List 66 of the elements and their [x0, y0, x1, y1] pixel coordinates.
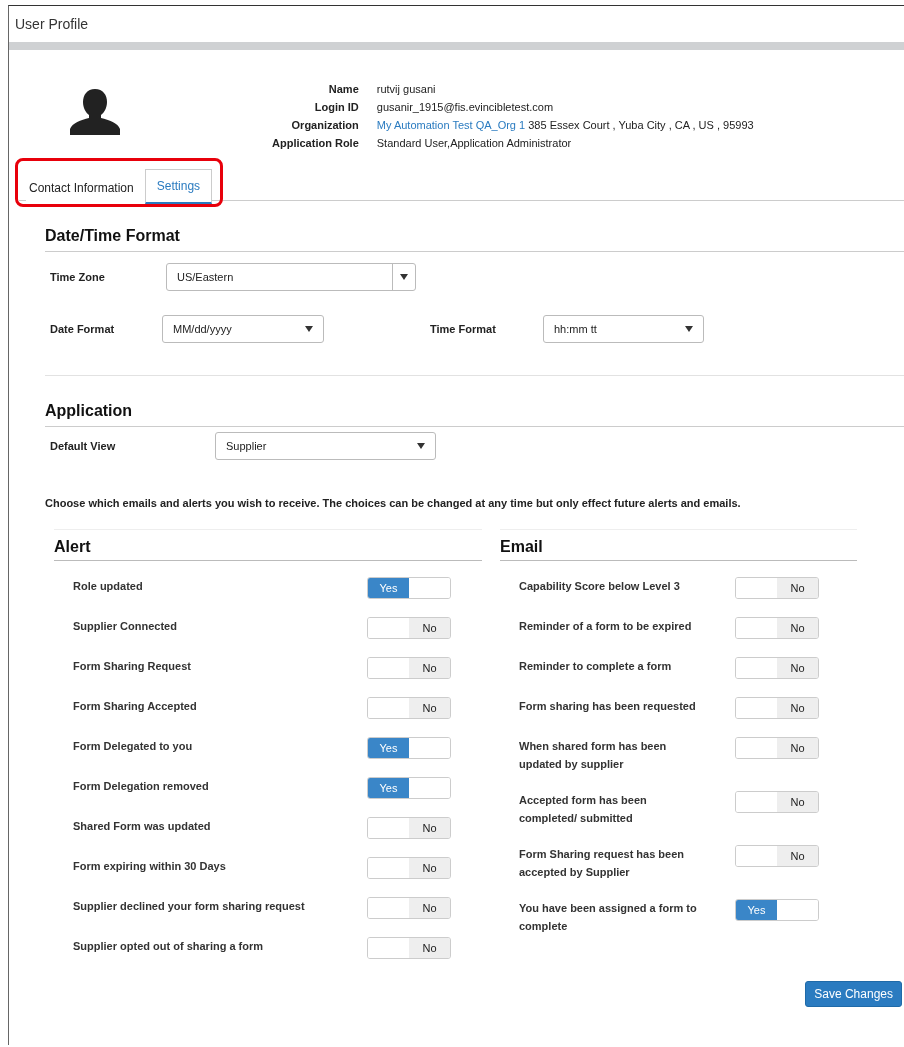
setting-label: Capability Score below Level 3 — [518, 579, 681, 594]
field-value: 385 Essex Court , Yuba City , CA , US , 95993 — [528, 119, 754, 131]
toggle-switch[interactable]: No — [735, 617, 819, 639]
setting-label: Supplier opted out of sharing a form — [72, 939, 265, 954]
toggle-switch[interactable]: Yes — [367, 577, 451, 599]
caret-icon — [305, 326, 313, 332]
toggle-switch[interactable]: Yes — [367, 777, 451, 799]
setting-label: Form Delegated to you — [72, 739, 194, 754]
tab[interactable]: Settings — [144, 169, 213, 204]
field-label: Application Role — [272, 136, 359, 151]
field-label: Default View — [49, 440, 117, 452]
setting-label: Reminder to complete a form — [518, 659, 673, 674]
toggle-switch[interactable]: No — [367, 617, 451, 639]
field-label: Organization — [290, 118, 359, 133]
dropdown[interactable]: Supplier — [215, 432, 436, 460]
field-label: Time Zone — [49, 271, 106, 283]
toggle-switch[interactable]: No — [367, 897, 451, 919]
setting-label: Form expiring within 30 Days — [72, 859, 227, 874]
toggle-switch[interactable]: No — [735, 657, 819, 679]
organization-link[interactable]: My Automation Test QA_Org 1 — [376, 119, 526, 131]
setting-label: When shared form has been updated by supplier — [518, 739, 668, 772]
caret-icon — [417, 443, 425, 449]
setting-label: Shared Form was updated — [72, 819, 212, 834]
setting-label: Reminder of a form to be expired — [518, 619, 693, 634]
toggle-switch[interactable]: No — [367, 697, 451, 719]
setting-label: Form Sharing Request — [72, 659, 192, 674]
dropdown[interactable]: MM/dd/yyyy — [162, 315, 324, 343]
dropdown[interactable]: hh:mm tt — [543, 315, 704, 343]
section-heading: Application — [45, 402, 904, 427]
toggle-switch[interactable]: No — [735, 791, 819, 813]
field-label: Time Format — [429, 323, 497, 335]
caret-icon — [685, 326, 693, 332]
field-value: gusanir_1915@fis.evincibletest.com — [376, 100, 555, 115]
setting-label: Supplier declined your form sharing request — [72, 899, 306, 914]
toggle-switch[interactable]: No — [735, 845, 819, 867]
toggle-switch[interactable]: No — [367, 817, 451, 839]
toggle-switch[interactable]: Yes — [367, 737, 451, 759]
section-heading: Date/Time Format — [45, 227, 904, 252]
field-value: Standard User,Application Administrator — [376, 136, 573, 151]
toggle-switch[interactable]: No — [735, 577, 819, 599]
person-silhouette-icon — [70, 87, 120, 135]
toggle-switch[interactable]: Yes — [735, 899, 819, 921]
field-label: Name — [327, 82, 359, 97]
field-value: rutvij gusani — [376, 82, 437, 97]
field-label: Date Format — [49, 323, 116, 335]
toggle-switch[interactable]: No — [367, 937, 451, 959]
toggle-switch[interactable]: No — [735, 737, 819, 759]
caret-icon — [400, 274, 408, 280]
setting-label: Form Delegation removed — [72, 779, 210, 794]
setting-label: You have been assigned a form to complete — [518, 901, 698, 934]
section-heading: Email — [500, 538, 857, 561]
setting-label: Form Sharing Accepted — [72, 699, 198, 714]
setting-label: Form Sharing request has been accepted by Supplier — [518, 847, 686, 880]
field-label: Login ID — [313, 100, 359, 115]
save-button[interactable]: Save Changes — [805, 981, 902, 1007]
instruction-text: Choose which emails and alerts you wish to receive. The choices can be changed at any time but only effect future alerts and emails. — [45, 497, 742, 509]
toggle-switch[interactable]: No — [367, 857, 451, 879]
setting-label: Accepted form has been completed/ submitted — [518, 793, 648, 826]
dropdown[interactable]: US/Eastern — [166, 263, 416, 291]
setting-label: Supplier Connected — [72, 619, 178, 634]
section-heading: Alert — [54, 538, 482, 561]
window-title: User Profile — [15, 16, 89, 32]
toggle-switch[interactable]: No — [367, 657, 451, 679]
setting-label: Role updated — [72, 579, 144, 594]
toggle-switch[interactable]: No — [735, 697, 819, 719]
setting-label: Form sharing has been requested — [518, 699, 697, 714]
